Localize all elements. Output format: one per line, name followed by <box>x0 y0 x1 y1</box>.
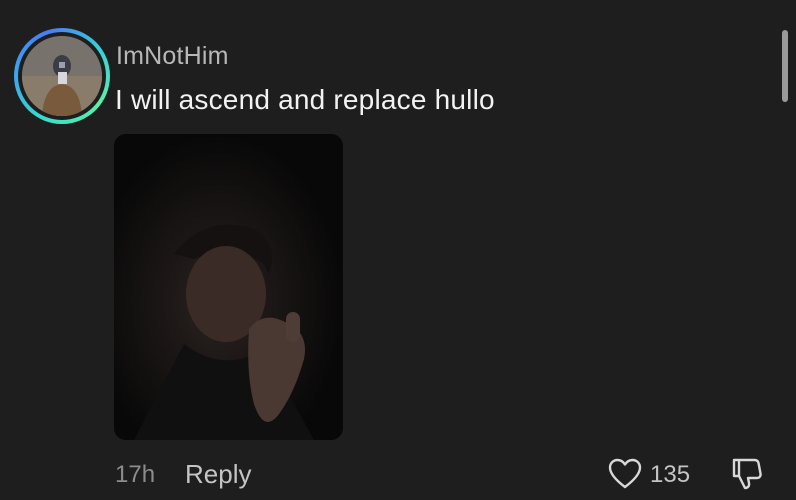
comment-thread: ImNotHim I will ascend and replace hullo… <box>0 0 796 500</box>
vertical-scrollbar[interactable] <box>782 30 788 102</box>
comment-text: I will ascend and replace hullo <box>115 84 495 115</box>
reply-button[interactable]: Reply <box>185 459 251 490</box>
thumbs-down-icon[interactable] <box>728 456 764 492</box>
heart-icon[interactable] <box>608 458 642 490</box>
comment-media-image[interactable] <box>114 134 343 440</box>
comment-timestamp: 17h <box>115 461 156 488</box>
avatar-story-ring[interactable] <box>14 28 110 124</box>
avatar-photo <box>22 36 102 116</box>
comment-username[interactable]: ImNotHim <box>116 42 229 71</box>
like-count: 135 <box>650 461 691 488</box>
avatar[interactable] <box>22 36 102 116</box>
comment-photo <box>114 134 343 440</box>
